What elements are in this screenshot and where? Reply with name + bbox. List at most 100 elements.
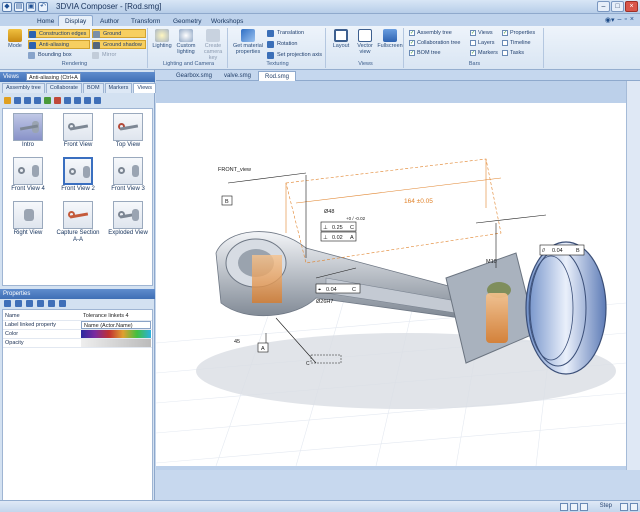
view-thumbnail-front-view-2[interactable]: Front View 2 (55, 157, 101, 193)
anti-aliasing-button[interactable]: Anti-aliasing (28, 40, 90, 49)
zoom-tool-icon[interactable] (570, 503, 578, 511)
move-bottom-icon[interactable] (94, 96, 101, 104)
delete-view-icon[interactable] (54, 96, 61, 104)
restore-icon[interactable]: ▫ (624, 16, 626, 24)
minimize-button[interactable]: – (597, 1, 610, 12)
bounding-box-button[interactable]: Bounding box (28, 51, 90, 60)
tab-collaborate[interactable]: Collaborate (45, 83, 82, 93)
bar-timeline-checkbox[interactable]: Timeline (502, 39, 531, 47)
group-texturing: Get material properties Translation Rota… (230, 28, 326, 68)
vertical-scrollbar[interactable] (626, 81, 640, 470)
grid-icon[interactable] (48, 300, 55, 307)
step-down-icon[interactable] (620, 503, 628, 511)
link-icon[interactable] (37, 300, 44, 307)
tab-workshops[interactable]: Workshops (204, 15, 250, 26)
move-top-icon[interactable] (84, 96, 91, 104)
undo-icon[interactable]: ↶ (38, 2, 48, 12)
tab-transform[interactable]: Transform (124, 15, 167, 26)
projection-icon (267, 52, 274, 59)
view-thumbnail-front-view[interactable]: Front View (55, 113, 101, 149)
doc-tab-valve[interactable]: valve.smg (218, 71, 257, 81)
help-icon[interactable]: ◉▾ (605, 16, 615, 24)
select-tool-icon[interactable] (560, 503, 568, 511)
sort-category-icon[interactable] (4, 300, 11, 307)
ground-shadow-button[interactable]: Ground shadow (92, 40, 146, 49)
label-property-dropdown[interactable]: Name (Actor.Name) (81, 321, 151, 329)
bar-bom-tree-checkbox[interactable]: ✓ BOM tree (409, 49, 441, 57)
doc-tab-gearbox[interactable]: Gearbox.smg (170, 71, 218, 81)
bar-tasks-checkbox[interactable]: Tasks (502, 49, 524, 57)
views-mode-field[interactable]: Anti-aliasing (Ctrl+A (26, 73, 81, 81)
mirror-button[interactable]: Mirror (92, 51, 146, 60)
layout-button[interactable]: Layout (329, 29, 353, 49)
close-doc-icon[interactable]: × (630, 16, 634, 24)
lighting-button[interactable]: Lighting (151, 29, 173, 49)
custom-lighting-button[interactable]: Custom lighting (174, 29, 198, 55)
hole-dimension: Ø26H7 (316, 299, 333, 305)
tab-bom[interactable]: BOM (83, 83, 104, 93)
tab-display[interactable]: Display (58, 15, 94, 26)
view-thumbnail-intro[interactable]: Intro (5, 113, 51, 149)
view-thumbnail-top-view[interactable]: Top View (105, 113, 151, 149)
viewport[interactable]: FRONT_view 164 ±0.05 Ø48 +0 / -0.02 B ⊥ … (156, 81, 626, 470)
bar-collaboration-tree-checkbox[interactable]: ✓ Collaboration tree (409, 39, 460, 47)
bar-markers-checkbox[interactable]: ✓ Markers (470, 49, 498, 57)
view-thumbnail-capture-section[interactable]: Capture Section A-A (55, 201, 101, 244)
property-value[interactable]: Tolerance linkets 4 (81, 312, 151, 320)
new-view-icon[interactable] (4, 96, 11, 104)
update-view-icon[interactable] (14, 96, 21, 104)
save-icon[interactable]: ▣ (26, 2, 36, 12)
tab-assembly-tree[interactable]: Assembly tree (2, 83, 45, 93)
zoom-view-icon[interactable] (24, 96, 31, 104)
maximize-button[interactable]: □ (611, 1, 624, 12)
vector-view-button[interactable]: Vector view (353, 29, 377, 55)
rotation-button[interactable]: Rotation (267, 40, 323, 49)
filter-icon[interactable] (26, 300, 33, 307)
opacity-slider[interactable] (81, 339, 151, 347)
sort-alpha-icon[interactable] (15, 300, 22, 307)
view-thumbnail-right-view[interactable]: Right View (5, 201, 51, 237)
translation-icon (267, 30, 274, 37)
bar-properties-checkbox[interactable]: ✓ Properties (502, 29, 535, 37)
svg-text:A: A (261, 346, 265, 352)
tab-geometry[interactable]: Geometry (166, 15, 209, 26)
tab-views[interactable]: Views (133, 83, 156, 93)
tab-author[interactable]: Author (93, 15, 126, 26)
set-projection-button[interactable]: Set projection axis (267, 51, 325, 60)
bar-views-checkbox[interactable]: ✓ Views (470, 29, 493, 37)
view-thumbnail-front-view-3[interactable]: Front View 3 (105, 157, 151, 193)
tab-home[interactable]: Home (30, 15, 61, 26)
3d-canvas[interactable]: FRONT_view 164 ±0.05 Ø48 +0 / -0.02 B ⊥ … (156, 103, 626, 466)
pan-tool-icon[interactable] (580, 503, 588, 511)
step-up-icon[interactable] (630, 503, 638, 511)
move-down-icon[interactable] (74, 96, 81, 104)
minimize-ribbon-icon[interactable]: – (618, 16, 622, 24)
view-thumbnail-exploded-view[interactable]: Exploded View (105, 201, 151, 237)
datum-b-marker: B (221, 195, 233, 206)
get-material-button[interactable]: Get material properties (231, 29, 265, 55)
tab-markers[interactable]: Markers (104, 83, 133, 93)
play-view-icon[interactable] (44, 96, 51, 104)
camera-view-icon[interactable] (34, 96, 41, 104)
create-camera-key-button[interactable]: Create camera key (200, 29, 226, 61)
construction-edges-button[interactable]: Construction edges (28, 29, 90, 38)
bar-assembly-tree-checkbox[interactable]: ✓ Assembly tree (409, 29, 452, 37)
ground-button[interactable]: Ground (92, 29, 146, 38)
move-up-icon[interactable] (64, 96, 71, 104)
doc-tab-rod[interactable]: Rod.smg (258, 71, 297, 81)
bar-layers-checkbox[interactable]: Layers (470, 39, 495, 47)
anti-aliasing-icon (29, 42, 36, 49)
open-icon[interactable]: ▤ (14, 2, 24, 12)
color-swatch[interactable] (81, 330, 151, 338)
reset-icon[interactable] (59, 300, 66, 307)
step-button[interactable]: Step (600, 503, 612, 509)
mode-button[interactable]: Mode (4, 29, 26, 49)
fullscreen-button[interactable]: Fullscreen (377, 29, 403, 49)
svg-text:⊥: ⊥ (323, 224, 328, 231)
fullscreen-icon (383, 29, 397, 42)
translation-button[interactable]: Translation (267, 29, 323, 38)
close-button[interactable]: × (625, 1, 638, 12)
app-menu-icon[interactable]: ◆ (2, 2, 12, 12)
view-thumbnail-front-view-4[interactable]: Front View 4 (5, 157, 51, 193)
thumbnail-image (113, 113, 143, 141)
